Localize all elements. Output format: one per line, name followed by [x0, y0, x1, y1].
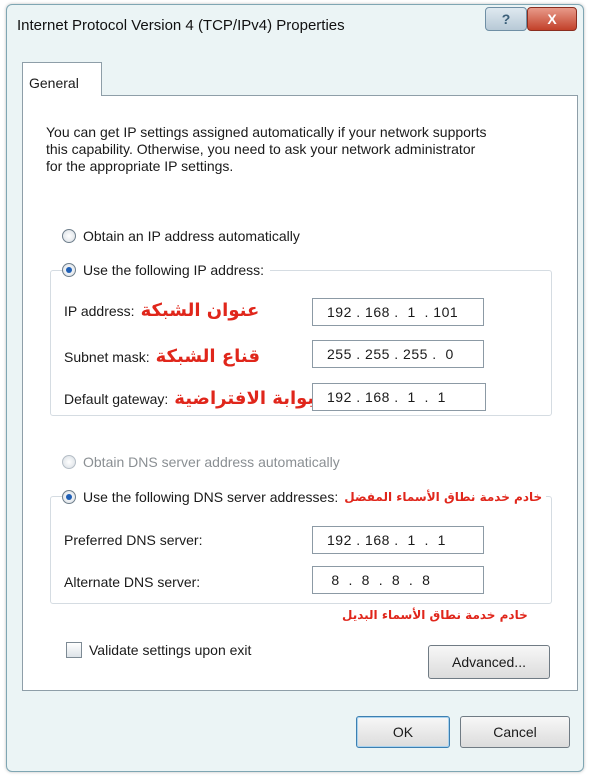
obtain-ip-auto-radio[interactable] [62, 229, 76, 243]
validate-settings-label: Validate settings upon exit [89, 642, 252, 658]
alternate-dns-label: Alternate DNS server: [64, 574, 201, 590]
validate-settings-option[interactable]: Validate settings upon exit [66, 642, 251, 658]
obtain-dns-auto-option[interactable]: Obtain DNS server address automatically [62, 454, 340, 470]
use-following-ip-radio[interactable] [62, 263, 76, 277]
ip-address-annotation: عنوان الشبكة [140, 300, 260, 321]
validate-settings-checkbox[interactable] [66, 642, 82, 658]
window-title: Internet Protocol Version 4 (TCP/IPv4) P… [17, 17, 345, 34]
subnet-mask-label: Subnet mask: [64, 349, 150, 365]
ok-button[interactable]: OK [356, 716, 450, 748]
default-gateway-annotation: البوابة الافتراضية [174, 388, 328, 409]
preferred-dns-label: Preferred DNS server: [64, 532, 203, 548]
subnet-row-label: Subnet mask: قناع الشبكة [64, 346, 260, 367]
preferred-dns-annotation: خادم خدمة نطاق الأسماء المفضل [344, 490, 543, 504]
use-following-dns-label: Use the following DNS server addresses: [83, 489, 339, 505]
ip-address-field[interactable]: 192 . 168 . 1 . 101 [312, 298, 484, 326]
ip-address-label: IP address: [64, 303, 135, 319]
subnet-mask-annotation: قناع الشبكة [155, 346, 261, 367]
use-following-ip-label: Use the following IP address: [83, 262, 265, 278]
default-gateway-label: Default gateway: [64, 391, 169, 407]
obtain-dns-auto-label: Obtain DNS server address automatically [83, 454, 340, 470]
use-following-ip-option[interactable]: Use the following IP address: [62, 262, 271, 278]
use-following-dns-option[interactable]: Use the following DNS server addresses: … [62, 489, 547, 505]
default-gateway-field[interactable]: 192 . 168 . 1 . 1 [312, 383, 486, 411]
cancel-button[interactable]: Cancel [460, 716, 570, 748]
close-button[interactable]: X [527, 7, 577, 31]
preferred-dns-field[interactable]: 192 . 168 . 1 . 1 [312, 526, 484, 554]
alternate-dns-field[interactable]: 8 . 8 . 8 . 8 [312, 566, 484, 594]
tab-general[interactable]: General [22, 62, 102, 96]
obtain-dns-auto-radio[interactable] [62, 455, 76, 469]
description-text: You can get IP settings assigned automat… [46, 124, 487, 174]
ip-address-row-label: IP address: عنوان الشبكة [64, 300, 259, 321]
alternate-dns-annotation: خادم خدمة نطاق الأسماء البديل [342, 608, 528, 622]
subnet-mask-field[interactable]: 255 . 255 . 255 . 0 [312, 340, 484, 368]
help-button[interactable]: ? [485, 7, 527, 31]
obtain-ip-auto-label: Obtain an IP address automatically [83, 228, 300, 244]
obtain-ip-auto-option[interactable]: Obtain an IP address automatically [62, 228, 300, 244]
advanced-button[interactable]: Advanced... [428, 645, 550, 679]
use-following-dns-radio[interactable] [62, 490, 76, 504]
gateway-row-label: Default gateway: البوابة الافتراضية [64, 388, 328, 409]
